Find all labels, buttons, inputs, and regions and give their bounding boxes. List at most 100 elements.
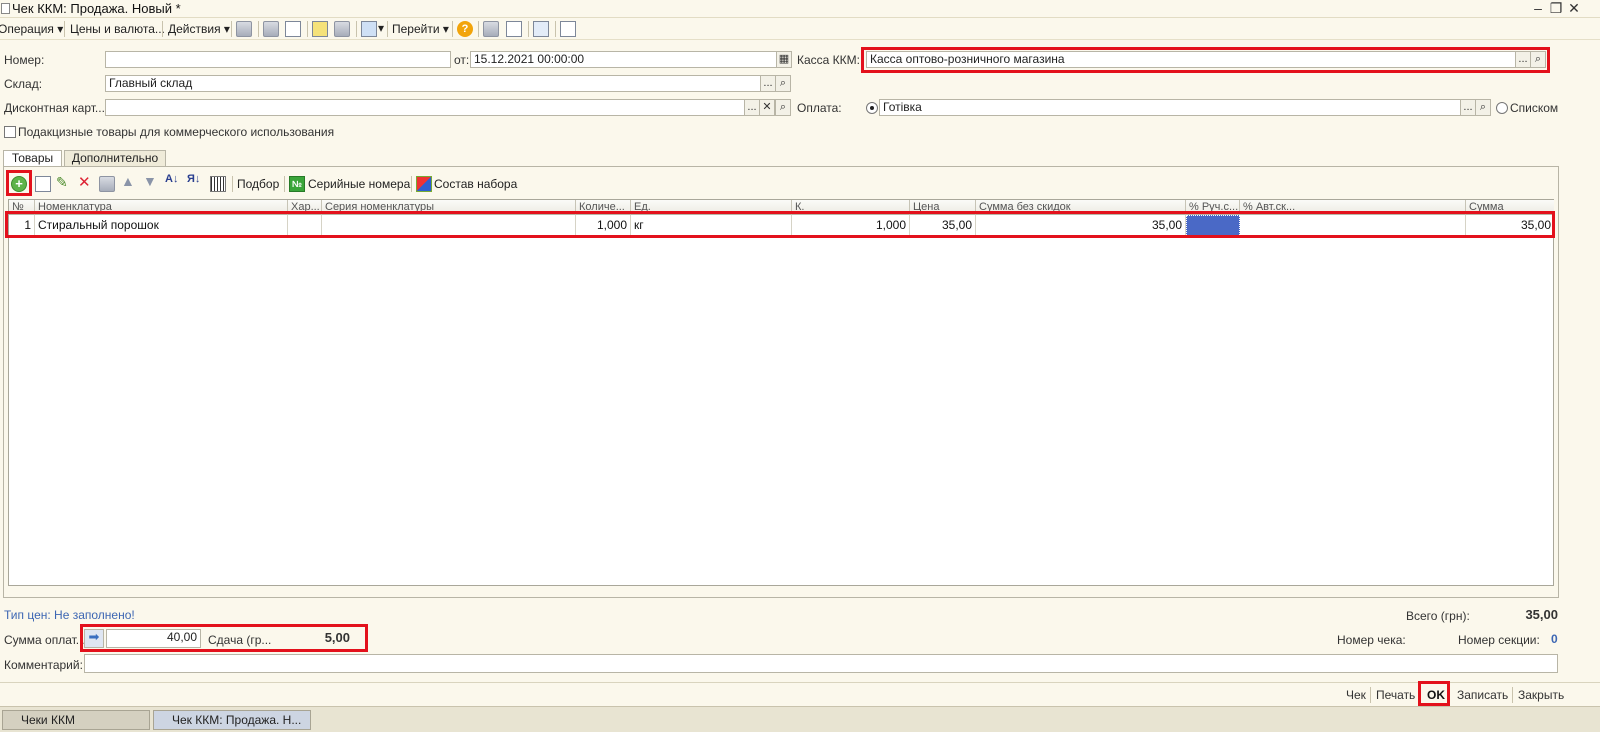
discount-card-label: Дисконтная карт... <box>4 101 105 115</box>
task-current-check[interactable]: Чек ККМ: Продажа. Н... <box>153 710 311 730</box>
excise-checkbox[interactable] <box>4 126 16 138</box>
close-icon[interactable]: ✕ <box>1566 0 1582 17</box>
cell-series[interactable] <box>322 215 576 237</box>
col-header-sum[interactable]: Сумма <box>1466 200 1554 215</box>
save-copy-icon[interactable] <box>263 21 279 37</box>
cell-coefficient[interactable]: 1,000 <box>792 215 910 237</box>
delete-row-icon[interactable]: ✕ <box>78 173 91 191</box>
goto-menu[interactable]: Перейти ▾ <box>392 22 449 36</box>
col-header-unit[interactable]: Ед. <box>631 200 792 215</box>
cell-manual-discount[interactable] <box>1186 215 1240 237</box>
col-header-coefficient[interactable]: К. <box>792 200 910 215</box>
excise-label: Подакцизные товары для коммерческого исп… <box>18 125 335 139</box>
print-button[interactable]: Печать <box>1376 688 1415 702</box>
add-row-icon[interactable]: + <box>11 176 27 192</box>
structure-icon[interactable] <box>334 21 350 37</box>
payment-select-button[interactable]: ... <box>1460 99 1476 116</box>
col-header-number[interactable]: № <box>9 200 35 215</box>
cell-quantity[interactable]: 1,000 <box>576 215 631 237</box>
cell-sum-no-discount[interactable]: 35,00 <box>976 215 1186 237</box>
payment-list-label: Списком <box>1510 101 1559 115</box>
goods-table[interactable]: № Номенклатура Хар... Серия номенклатуры… <box>8 199 1554 586</box>
pick-button[interactable]: Подбор <box>237 177 279 191</box>
cell-number: 1 <box>9 215 35 237</box>
tree-icon[interactable] <box>506 21 522 37</box>
cell-item[interactable]: Стиральный порошок <box>35 215 288 237</box>
discount-clear-icon[interactable]: ✕ <box>759 99 775 116</box>
sort-desc-icon[interactable]: Я↓ <box>187 173 200 185</box>
col-header-item[interactable]: Номенклатура <box>35 200 288 215</box>
restore-icon[interactable]: ❐ <box>1548 0 1564 17</box>
kassa-field[interactable]: Касса оптово-розничного магазина <box>866 51 1516 68</box>
total-label: Всего (грн): <box>1406 609 1470 623</box>
report-icon[interactable] <box>560 21 576 37</box>
kit-composition-button[interactable]: Состав набора <box>434 177 517 191</box>
col-header-price[interactable]: Цена <box>910 200 976 215</box>
cell-auto-discount[interactable] <box>1240 215 1466 237</box>
discount-card-field[interactable] <box>105 99 745 116</box>
arrow-right-icon[interactable]: ➡ <box>84 629 104 648</box>
ok-button[interactable]: OK <box>1427 688 1445 702</box>
date-label: от: <box>454 53 470 67</box>
col-header-manual-discount[interactable]: % Руч.с... <box>1186 200 1240 215</box>
kassa-search-icon[interactable]: ⌕ <box>1530 51 1546 68</box>
fill-icon[interactable] <box>312 21 328 37</box>
move-down-icon[interactable]: ▼ <box>143 173 157 189</box>
kassa-label: Касса ККМ: <box>797 53 860 67</box>
price-type-link[interactable]: Тип цен: Не заполнено! <box>4 608 135 622</box>
col-header-quantity[interactable]: Количе... <box>576 200 631 215</box>
chevron-down-icon[interactable]: ▾ <box>378 21 384 35</box>
save-button[interactable]: Записать <box>1457 688 1508 702</box>
date-field[interactable]: 15.12.2021 00:00:00 <box>470 51 777 68</box>
title-bar: Чек ККМ: Продажа. Новый * – ❐ ✕ <box>0 0 1600 18</box>
payment-cash-radio[interactable] <box>866 102 878 114</box>
task-checks-list[interactable]: Чеки ККМ <box>2 710 150 730</box>
help-icon[interactable]: ? <box>457 21 473 37</box>
col-header-auto-discount[interactable]: % Авт.ск... <box>1240 200 1466 215</box>
serial-numbers-icon[interactable]: № <box>289 176 305 192</box>
end-edit-icon[interactable] <box>99 176 115 192</box>
number-field[interactable] <box>105 51 451 68</box>
discount-select-button[interactable]: ... <box>744 99 760 116</box>
actions-menu[interactable]: Действия ▾ <box>168 22 230 36</box>
move-up-icon[interactable]: ▲ <box>121 173 135 189</box>
new-document-icon[interactable] <box>285 21 301 37</box>
col-header-series[interactable]: Серия номенклатуры <box>322 200 576 215</box>
cell-characteristic[interactable] <box>288 215 322 237</box>
col-header-characteristic[interactable]: Хар... <box>288 200 322 215</box>
check-button[interactable]: Чек <box>1346 688 1366 702</box>
warehouse-field[interactable]: Главный склад <box>105 75 761 92</box>
minimize-icon[interactable]: – <box>1530 0 1546 17</box>
kassa-select-button[interactable]: ... <box>1515 51 1531 68</box>
cell-price[interactable]: 35,00 <box>910 215 976 237</box>
post-icon[interactable] <box>236 21 252 37</box>
create-based-on-icon[interactable] <box>361 21 377 37</box>
payment-cash-field[interactable]: Готівка <box>879 99 1461 116</box>
edit-row-icon[interactable]: ✎ <box>56 174 68 191</box>
operation-menu[interactable]: Операция ▾ <box>0 22 63 36</box>
copy-row-icon[interactable] <box>35 176 51 192</box>
barcode-icon[interactable] <box>210 176 226 192</box>
prices-currency-button[interactable]: Цены и валюта... <box>70 22 165 36</box>
payment-search-icon[interactable]: ⌕ <box>1475 99 1491 116</box>
tab-goods[interactable]: Товары <box>3 150 62 167</box>
paid-amount-field[interactable]: 40,00 <box>106 629 201 648</box>
list-icon[interactable] <box>483 21 499 37</box>
main-toolbar: Операция ▾ Цены и валюта... Действия ▾ ▾… <box>0 18 1600 40</box>
warehouse-select-button[interactable]: ... <box>760 75 776 92</box>
cell-unit[interactable]: кг <box>631 215 792 237</box>
tab-additional[interactable]: Дополнительно <box>64 150 166 167</box>
discount-search-icon[interactable]: ⌕ <box>775 99 791 116</box>
preview-icon[interactable] <box>533 21 549 37</box>
serial-numbers-button[interactable]: Серийные номера <box>308 177 410 191</box>
sort-asc-icon[interactable]: A↓ <box>165 173 178 185</box>
warehouse-search-icon[interactable]: ⌕ <box>775 75 791 92</box>
calendar-icon[interactable]: ▦ <box>776 51 792 68</box>
close-button[interactable]: Закрыть <box>1518 688 1564 702</box>
payment-list-radio[interactable] <box>1496 102 1508 114</box>
comment-field[interactable] <box>84 654 1558 673</box>
col-header-sum-no-discount[interactable]: Сумма без скидок <box>976 200 1186 215</box>
kit-composition-icon[interactable] <box>416 176 432 192</box>
payment-label: Оплата: <box>797 101 842 115</box>
cell-sum[interactable]: 35,00 <box>1466 215 1554 237</box>
